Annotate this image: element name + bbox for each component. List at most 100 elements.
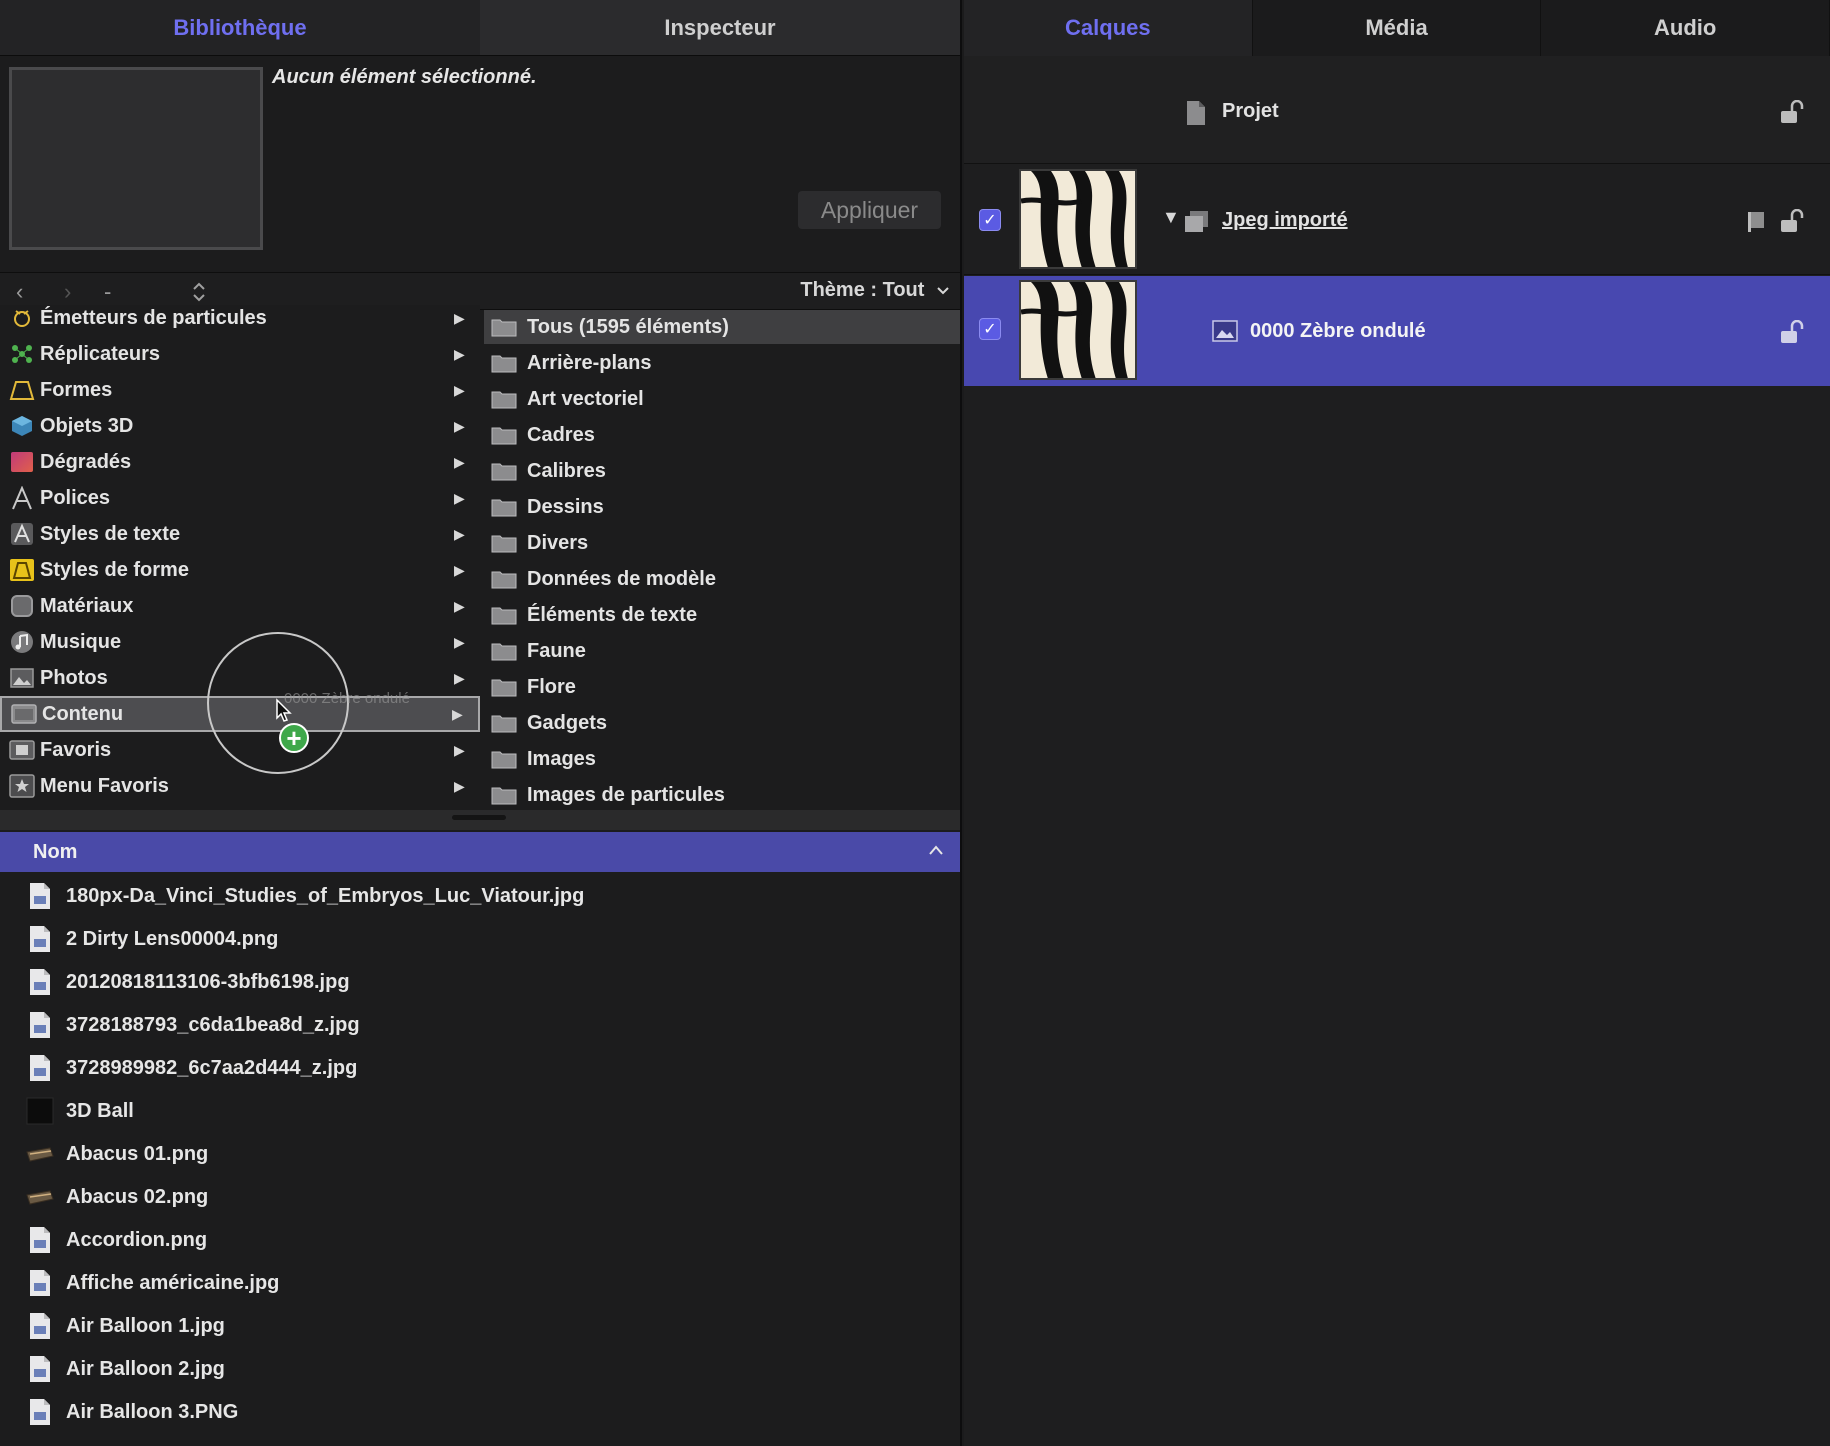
apply-button[interactable]: Appliquer: [798, 191, 941, 229]
abacus-icon: [26, 1183, 54, 1211]
layer-thumbnail: [1019, 169, 1137, 269]
layer-row-project[interactable]: Projet: [964, 56, 1830, 164]
tab-bibliotheque[interactable]: Bibliothèque: [0, 0, 480, 55]
file-row[interactable]: 3728989982_6c7aa2d444_z.jpg: [0, 1048, 960, 1088]
unlock-icon[interactable]: [1778, 100, 1804, 124]
disclosure-arrow-icon: ▶: [454, 777, 465, 794]
name-column-header[interactable]: Nom: [0, 832, 960, 872]
file-name: Affiche américaine.jpg: [66, 1271, 280, 1294]
folder-label: Calibres: [527, 459, 606, 482]
replicator-icon: [8, 341, 36, 367]
file-row[interactable]: Abacus 01.png: [0, 1134, 960, 1174]
category-shapes[interactable]: Formes ▶: [0, 372, 480, 408]
category-label: Polices: [40, 486, 111, 509]
folder-item[interactable]: Données de modèle: [484, 562, 960, 596]
flag-icon[interactable]: [1746, 209, 1768, 233]
layer-name: Jpeg importé: [1222, 209, 1348, 231]
gradient-icon: [8, 449, 36, 475]
disclosure-arrow-icon: ▶: [454, 741, 465, 758]
tab-calques[interactable]: Calques: [964, 0, 1253, 56]
disclosure-arrow-icon: ▶: [454, 309, 465, 326]
folder-item[interactable]: Flore: [484, 670, 960, 704]
category-gradients[interactable]: Dégradés ▶: [0, 444, 480, 480]
file-row[interactable]: Air Balloon 2.jpg: [0, 1349, 960, 1389]
folder-item[interactable]: Tous (1595 éléments): [484, 310, 960, 344]
file-row[interactable]: Accordion.png: [0, 1220, 960, 1260]
file-row[interactable]: Air Balloon 3.PNG: [0, 1392, 960, 1432]
folder-item[interactable]: Gadgets: [484, 706, 960, 740]
category-shape-styles[interactable]: Styles de forme ▶: [0, 552, 480, 588]
file-name: 3D Ball: [66, 1099, 134, 1122]
folder-item[interactable]: Images de particules: [484, 778, 960, 810]
folder-item[interactable]: Calibres: [484, 454, 960, 488]
preview-area: [9, 67, 263, 250]
minus-button[interactable]: -: [104, 279, 111, 305]
category-favorites-menu[interactable]: Menu Favoris ▶: [0, 768, 480, 804]
add-plus-icon: +: [279, 723, 309, 753]
layer-row-group[interactable]: ✓ ▼ Jpeg importé: [964, 165, 1830, 275]
category-emitters[interactable]: Émetteurs de particules ▶: [0, 305, 480, 336]
layer-row-image[interactable]: ✓ 0000 Zèbre ondulé: [964, 276, 1830, 386]
splitter-grip[interactable]: [452, 815, 506, 820]
file-name: 3728989982_6c7aa2d444_z.jpg: [66, 1056, 358, 1079]
file-name: Abacus 02.png: [66, 1185, 209, 1208]
unlock-icon[interactable]: [1778, 320, 1804, 344]
folder-item[interactable]: Images: [484, 742, 960, 776]
category-label: Menu Favoris: [40, 774, 169, 797]
no-selection-message: Aucun élément sélectionné.: [272, 66, 537, 88]
category-replicators[interactable]: Réplicateurs ▶: [0, 336, 480, 372]
folder-icon: [491, 427, 517, 445]
file-row[interactable]: 3D Ball: [0, 1091, 960, 1131]
file-name: 180px-Da_Vinci_Studies_of_Embryos_Luc_Vi…: [66, 884, 585, 907]
category-materials[interactable]: Matériaux ▶: [0, 588, 480, 624]
folder-label: Art vectoriel: [527, 387, 644, 410]
folder-label: Faune: [527, 639, 586, 662]
folder-icon: [491, 571, 517, 589]
disclosure-arrow-icon: ▶: [454, 345, 465, 362]
folder-item[interactable]: Art vectoriel: [484, 382, 960, 416]
layer-enable-checkbox[interactable]: ✓: [979, 318, 1001, 340]
file-row[interactable]: 3728188793_c6da1bea8d_z.jpg: [0, 1005, 960, 1045]
folder-item[interactable]: Dessins: [484, 490, 960, 524]
file-row[interactable]: Air Balloon 1.jpg: [0, 1306, 960, 1346]
tab-media[interactable]: Média: [1253, 0, 1542, 56]
category-label: Émetteurs de particules: [40, 306, 267, 329]
folder-label: Tous (1595 éléments): [527, 315, 729, 338]
folder-label: Cadres: [527, 423, 595, 446]
theme-label: Thème : Tout: [800, 279, 925, 301]
back-arrow-icon[interactable]: ‹: [16, 279, 23, 305]
tab-inspecteur[interactable]: Inspecteur: [480, 0, 960, 55]
photos-icon: [8, 665, 36, 691]
sort-stepper-icon[interactable]: [192, 281, 206, 308]
folder-item[interactable]: Faune: [484, 634, 960, 668]
file-name: Abacus 01.png: [66, 1142, 209, 1165]
folder-item[interactable]: Cadres: [484, 418, 960, 452]
category-text-styles[interactable]: Styles de texte ▶: [0, 516, 480, 552]
folder-item[interactable]: Éléments de texte: [484, 598, 960, 632]
file-row[interactable]: 180px-Da_Vinci_Studies_of_Embryos_Luc_Vi…: [0, 876, 960, 916]
font-icon: [8, 485, 36, 511]
forward-arrow-icon[interactable]: ›: [64, 279, 71, 305]
folder-icon: [491, 391, 517, 409]
image-file-icon: [26, 1269, 54, 1297]
unlock-icon[interactable]: [1778, 209, 1804, 233]
file-row[interactable]: Affiche américaine.jpg: [0, 1263, 960, 1303]
folder-item[interactable]: Divers: [484, 526, 960, 560]
layers-panel: Calques Média Audio Projet ✓ ▼ Jpeg impo…: [964, 0, 1830, 1446]
file-row[interactable]: Abacus 02.png: [0, 1177, 960, 1217]
folder-list: Tous (1595 éléments) Arrière-plans Art v…: [484, 310, 960, 810]
disclosure-triangle-icon[interactable]: ▼: [1162, 207, 1180, 228]
file-row[interactable]: 20120818113106-3bfb6198.jpg: [0, 962, 960, 1002]
theme-popup[interactable]: Thème : Tout: [800, 279, 950, 302]
sort-chevron-up-icon[interactable]: [928, 840, 944, 861]
file-row[interactable]: 2 Dirty Lens00004.png: [0, 919, 960, 959]
pane-splitter[interactable]: [0, 810, 960, 830]
folder-label: Divers: [527, 531, 589, 554]
tab-audio[interactable]: Audio: [1541, 0, 1830, 56]
layer-enable-checkbox[interactable]: ✓: [979, 209, 1001, 231]
image-layer-icon: [1212, 320, 1238, 342]
category-fonts[interactable]: Polices ▶: [0, 480, 480, 516]
folder-item[interactable]: Arrière-plans: [484, 346, 960, 380]
category-3d-objects[interactable]: Objets 3D ▶: [0, 408, 480, 444]
layer-thumbnail: [1019, 280, 1137, 380]
